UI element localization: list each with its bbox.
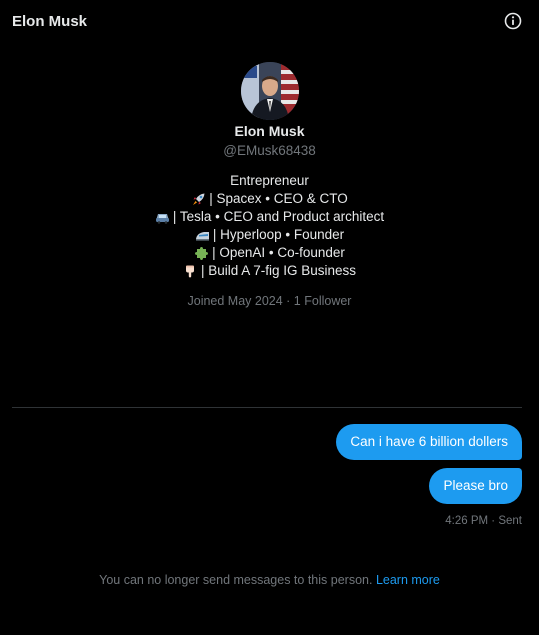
pointing-down-icon bbox=[183, 264, 198, 279]
bio-line: | Hyperloop • Founder bbox=[155, 226, 384, 244]
car-icon bbox=[155, 210, 170, 225]
blocked-notice: You can no longer send messages to this … bbox=[0, 573, 539, 587]
info-icon[interactable] bbox=[503, 11, 523, 31]
divider bbox=[12, 407, 522, 408]
bio-text: | Hyperloop • Founder bbox=[212, 227, 345, 242]
train-icon bbox=[195, 228, 210, 243]
bio-text: Entrepreneur bbox=[230, 173, 309, 188]
learn-more-link[interactable]: Learn more bbox=[376, 573, 440, 587]
message-bubble[interactable]: Can i have 6 billion dollers bbox=[336, 424, 522, 460]
profile-meta: Joined May 2024 · 1 Follower bbox=[187, 294, 352, 308]
notice-text: You can no longer send messages to this … bbox=[99, 573, 376, 587]
bio-text: | Spacex • CEO & CTO bbox=[209, 191, 348, 206]
profile-name[interactable]: Elon Musk bbox=[234, 122, 304, 140]
conversation-title: Elon Musk bbox=[12, 12, 88, 30]
profile-summary: Elon Musk @EMusk68438 Entrepreneur | Spa… bbox=[0, 62, 539, 309]
bio-text: | OpenAI • Co-founder bbox=[212, 245, 345, 260]
bio-text: | Build A 7-fig IG Business bbox=[200, 263, 357, 278]
bio-line: | Spacex • CEO & CTO bbox=[155, 190, 384, 208]
rocket-icon bbox=[191, 192, 206, 207]
bio-line: | Build A 7-fig IG Business bbox=[155, 262, 384, 280]
profile-bio: Entrepreneur | Spacex • CEO & CTO | Tesl… bbox=[155, 172, 384, 280]
bio-line: | OpenAI • Co-founder bbox=[155, 244, 384, 262]
avatar[interactable] bbox=[240, 62, 299, 120]
dm-conversation: Elon Musk Elon Musk @EMusk68438 Entrepre… bbox=[0, 0, 539, 635]
message-status: 4:26 PM · Sent bbox=[445, 515, 522, 527]
bio-line: | Tesla • CEO and Product architect bbox=[155, 208, 384, 226]
puzzle-icon bbox=[194, 246, 209, 261]
conversation-header: Elon Musk bbox=[0, 0, 539, 42]
profile-handle: @EMusk68438 bbox=[223, 143, 316, 158]
bio-text: | Tesla • CEO and Product architect bbox=[172, 209, 385, 224]
message-bubble[interactable]: Please bro bbox=[429, 468, 522, 504]
bio-line: Entrepreneur bbox=[155, 172, 384, 190]
